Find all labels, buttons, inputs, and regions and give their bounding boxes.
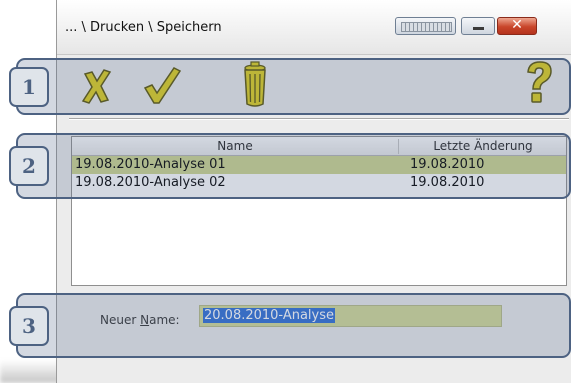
callout-2: 2	[9, 133, 571, 199]
toolbar-separator	[69, 118, 569, 120]
minimize-icon	[473, 27, 484, 30]
close-button[interactable]: ✕	[497, 17, 537, 35]
callout-badge-2: 2	[9, 146, 49, 186]
callout-1: 1	[9, 58, 571, 115]
keyboard-button[interactable]	[395, 17, 456, 35]
callout-3: 3	[9, 293, 571, 358]
callout-badge-3: 3	[9, 305, 49, 346]
callout-badge-1: 1	[9, 66, 49, 107]
minimize-button[interactable]	[461, 17, 495, 35]
close-icon: ✕	[511, 17, 523, 33]
keyboard-icon	[401, 22, 452, 32]
title-bar: ... \ Drucken \ Speichern ✕	[57, 0, 571, 55]
window-title: ... \ Drucken \ Speichern	[65, 20, 222, 35]
